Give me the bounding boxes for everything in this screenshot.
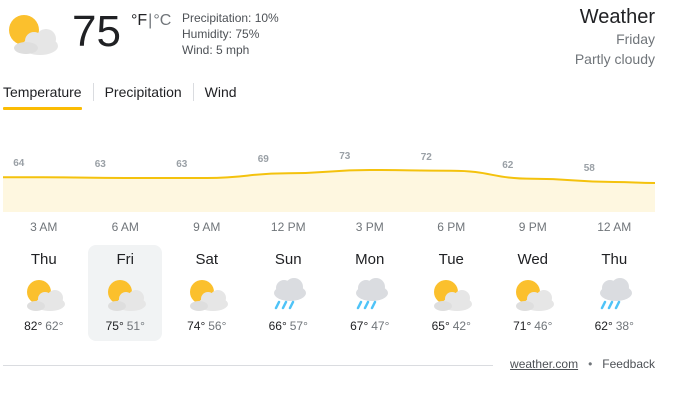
partly-cloudy-icon <box>508 277 558 313</box>
footer-divider <box>3 365 493 366</box>
day-temps: 66° 57° <box>251 319 325 333</box>
footer: weather.com • Feedback <box>510 357 655 371</box>
wind-text: Wind: 5 mph <box>182 43 250 57</box>
high-temp: 75° <box>105 319 124 333</box>
low-temp: 57° <box>289 319 308 333</box>
low-temp: 62° <box>45 319 64 333</box>
chart-data-label: 69 <box>258 154 270 165</box>
chart-data-label: 63 <box>176 159 188 170</box>
low-temp: 51° <box>126 319 145 333</box>
day-temps: 65° 42° <box>414 319 488 333</box>
weather-title: Weather <box>579 6 655 28</box>
chart-data-label: 72 <box>421 152 433 163</box>
forecast-day[interactable]: Thu 62° 38° <box>577 245 651 341</box>
day-temps: 74° 56° <box>170 319 244 333</box>
humidity-text: Humidity: 75% <box>182 27 260 41</box>
high-temp: 66° <box>268 319 287 333</box>
unit-toggle: °F|°C <box>131 12 171 30</box>
day-name: Sun <box>274 251 302 268</box>
tab-wind[interactable]: Wind <box>205 82 237 108</box>
time-label: 9 AM <box>193 220 221 234</box>
forecast-day[interactable]: Thu 82° 62° <box>7 245 81 341</box>
chart-tabs: Temperature Precipitation Wind <box>3 82 237 110</box>
time-label: 12 PM <box>270 220 306 234</box>
time-label: 6 AM <box>111 220 139 234</box>
day-name: Tue <box>438 251 464 268</box>
low-temp: 47° <box>371 319 390 333</box>
forecast-day[interactable]: Sun 66° 57° <box>251 245 325 341</box>
chart-data-label: 62 <box>502 160 514 171</box>
low-temp: 46° <box>534 319 553 333</box>
low-temp: 56° <box>208 319 227 333</box>
tab-divider <box>192 83 194 101</box>
temperature-area <box>3 170 655 212</box>
time-label: 3 PM <box>355 220 384 234</box>
temperature-chart: 64 63 63 69 73 72 62 58 <box>3 151 655 212</box>
tab-precipitation[interactable]: Precipitation <box>105 82 182 108</box>
day-temps: 75° 51° <box>88 319 162 333</box>
rain-icon <box>263 277 313 313</box>
day-name: Sat <box>195 251 218 268</box>
condition-text: Partly cloudy <box>574 51 655 67</box>
high-temp: 71° <box>513 319 532 333</box>
day-name: Fri <box>116 251 135 268</box>
unit-separator: | <box>148 12 153 29</box>
fahrenheit-toggle[interactable]: °F <box>131 12 147 29</box>
high-temp: 62° <box>594 319 613 333</box>
footer-dot: • <box>588 357 593 371</box>
chart-time-axis: 3 AM 6 AM 9 AM 12 PM 3 PM 6 PM 9 PM 12 AM <box>3 220 655 236</box>
partly-cloudy-icon <box>426 277 476 313</box>
high-temp: 65° <box>431 319 450 333</box>
time-label: 3 AM <box>30 220 58 234</box>
forecast-day[interactable]: Fri 75° 51° <box>88 245 163 341</box>
forecast-day[interactable]: Wed 71° 46° <box>496 245 570 341</box>
chart-data-label: 63 <box>95 159 107 170</box>
chart-data-label: 58 <box>584 163 596 174</box>
day-temps: 62° 38° <box>577 319 651 333</box>
time-label: 9 PM <box>518 220 547 234</box>
day-name: Mon <box>355 251 385 268</box>
feedback-link[interactable]: Feedback <box>602 357 655 371</box>
celsius-toggle[interactable]: °C <box>153 12 171 29</box>
day-name: Wed <box>517 251 549 268</box>
selected-day: Friday <box>616 31 655 47</box>
source-link[interactable]: weather.com <box>510 357 578 371</box>
partly-cloudy-icon <box>182 277 232 313</box>
high-temp: 82° <box>24 319 43 333</box>
forecast-day[interactable]: Mon 67° 47° <box>333 245 407 341</box>
chart-data-label: 73 <box>339 151 351 162</box>
rain-icon <box>589 277 639 313</box>
high-temp: 74° <box>187 319 206 333</box>
rain-icon <box>345 277 395 313</box>
precipitation-text: Precipitation: 10% <box>182 11 279 25</box>
daily-forecast: Thu 82° 62° Fri 75° 51° Sat 74° 56° Sun 66° 57° Mon 6… <box>3 245 655 341</box>
current-temperature: 75 <box>72 7 121 56</box>
partly-cloudy-icon <box>19 277 69 313</box>
high-temp: 67° <box>350 319 369 333</box>
tab-divider <box>92 83 94 101</box>
partly-cloudy-icon <box>100 277 150 313</box>
forecast-day[interactable]: Sat 74° 56° <box>170 245 244 341</box>
time-label: 12 AM <box>597 220 632 234</box>
current-details: Precipitation: 10% Humidity: 75% Wind: 5… <box>182 10 279 58</box>
tab-temperature[interactable]: Temperature <box>3 82 82 110</box>
low-temp: 38° <box>615 319 634 333</box>
weather-header: Weather Friday Partly cloudy <box>575 5 655 69</box>
partly-cloudy-icon <box>4 12 64 56</box>
forecast-day[interactable]: Tue 65° 42° <box>414 245 488 341</box>
chart-data-label: 64 <box>13 158 25 169</box>
low-temp: 42° <box>452 319 471 333</box>
day-temps: 71° 46° <box>496 319 570 333</box>
day-temps: 67° 47° <box>333 319 407 333</box>
day-temps: 82° 62° <box>7 319 81 333</box>
day-name: Thu <box>30 251 57 268</box>
time-label: 6 PM <box>437 220 466 234</box>
day-name: Thu <box>601 251 628 268</box>
